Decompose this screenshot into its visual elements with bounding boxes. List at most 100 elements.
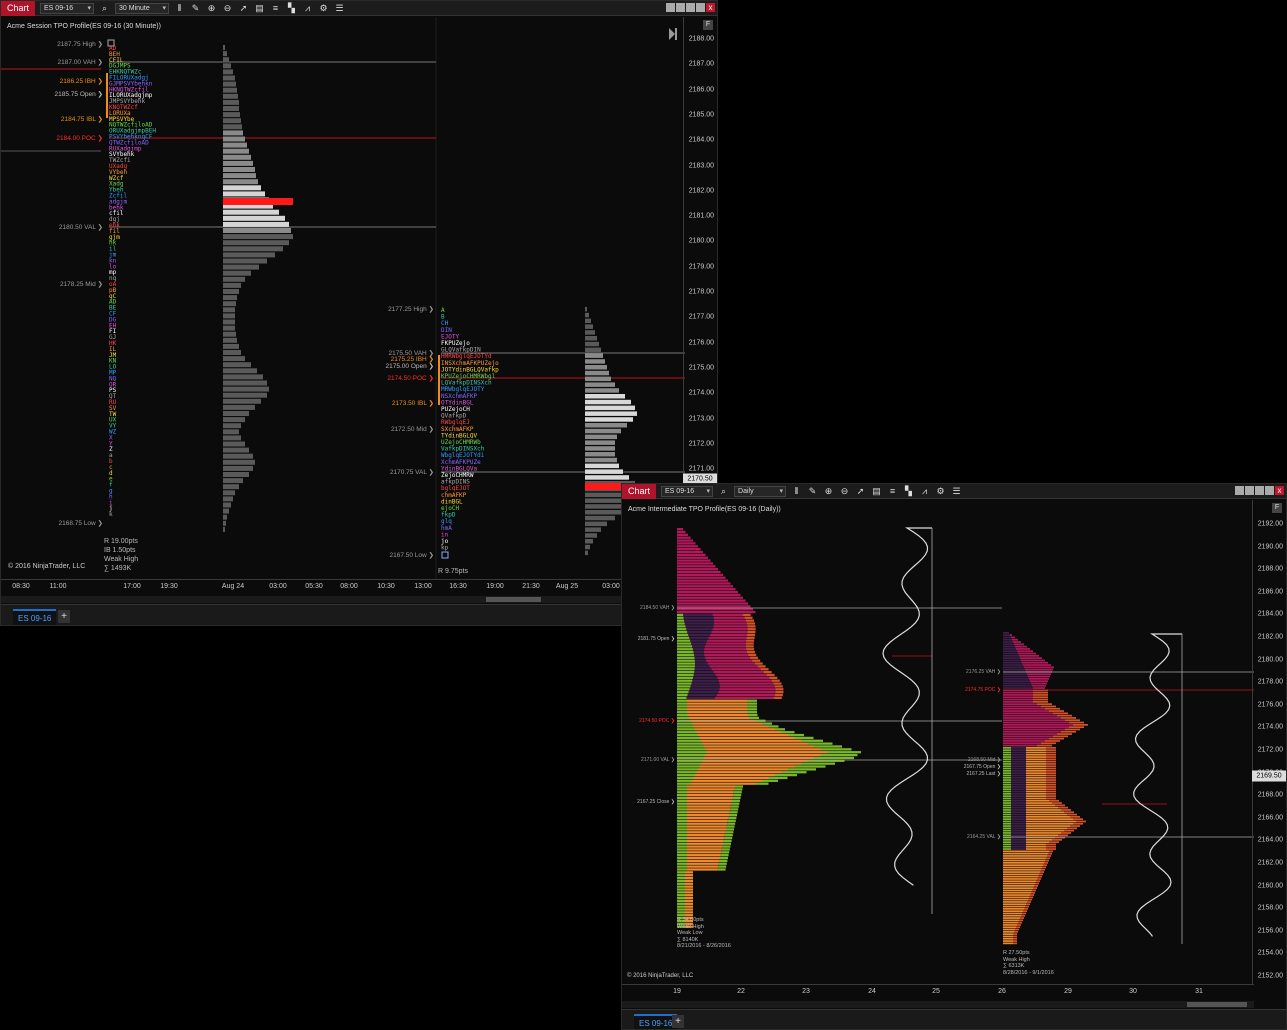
volume-bar [585,394,625,399]
maximize-icon[interactable] [1265,486,1274,495]
tab-es-09-16[interactable]: ES 09-16 [634,1014,678,1029]
horizontal-scrollbar[interactable] [622,1001,1254,1008]
tpo-cell [1003,760,1011,763]
tpo-cell [721,739,801,742]
maximize-icon[interactable] [696,3,705,12]
tpo-cell [685,908,689,911]
tpo-cell [677,539,693,542]
volume-bar [585,411,637,416]
tpo-cell [1053,712,1068,715]
time-axis[interactable]: 19 22 23 24 25 26 29 30 31 [622,984,1254,1000]
tpo-cell [677,565,716,568]
tpo-cell [1003,827,1011,830]
tpo-cell [1003,687,1033,689]
tpo-cell [721,851,730,854]
tpo-cell [747,713,758,717]
level-label-text: 2174.50 POC [387,375,427,382]
tpo-cell [1026,839,1052,841]
tpo-cell [1026,829,1064,832]
volume-bar [223,234,293,240]
tpo-cell [1025,668,1053,671]
volume-bar [223,313,235,319]
tpo-cell [1003,818,1011,820]
tpo-cell [1003,882,1009,885]
tpo-cell [677,902,685,905]
add-tab-button[interactable]: + [672,1015,684,1028]
tpo-cell [1033,694,1048,696]
time-axis-label: 25 [932,988,940,995]
tpo-cell [689,891,693,894]
tpo-cell [1003,931,1009,933]
tpo-plot[interactable]: ADBEHCFILDGJMPSEHKNQTWZcFILORUXadgjGJMPS… [1,1,685,581]
tpo-cell [714,696,774,699]
profile-stats-b: R 27.50pts Weak High ∑ 6313K 8/28/2016 - 9/… [1003,950,1054,976]
time-axis-label: 13:00 [414,583,432,590]
tpo-cell [685,625,714,628]
tpo-cell [677,656,695,659]
tpo-cell [730,805,739,808]
tpo-cell [705,854,721,857]
tpo-cell [690,782,711,785]
tpo-cell [689,888,693,891]
tpo-cell [1038,875,1042,878]
tpo-cell [687,630,712,634]
tpo-cell [704,648,747,651]
tpo-cell [1003,859,1009,862]
tpo-cell [1003,891,1009,894]
tpo-cell [687,713,708,717]
volume-bar [585,463,619,469]
add-tab-button[interactable]: + [58,610,70,623]
horizontal-scrollbar[interactable] [1,596,685,603]
tpo-cell [1011,834,1026,837]
volume-bar [223,154,251,160]
minimize-icon[interactable] [686,3,695,12]
time-axis[interactable]: 08:30 11:00 17:00 19:30 Aug 24 03:00 05:30 08:0… [1,579,685,595]
close-icon[interactable]: x [1275,486,1284,495]
level-label-text: 2168.50 Mid [967,757,996,763]
tpo-cell [1009,931,1014,933]
tpo-cell [1009,878,1037,880]
tpo-cell [1046,783,1056,786]
stat-line: ∑ 1493K [104,565,132,572]
tpo-cell [1026,774,1046,777]
tpo-cell [677,639,691,642]
tpo-cell [677,753,706,757]
volume-bar [223,264,259,270]
price-axis[interactable]: 2192.00 2190.00 2188.00 2186.00 2184.00 2182.… [1252,500,1286,984]
tpo-cell [1046,790,1056,793]
ib-bar [438,355,440,405]
volume-bar [585,353,603,358]
close-icon[interactable]: x [706,3,715,12]
level-label: 2173.50 IBL ❯ [391,400,434,407]
tpo-cell [687,791,705,794]
tab-es-09-16[interactable]: ES 09-16 [13,609,57,625]
tpo-cell [1003,829,1011,832]
tpo-cell [1016,926,1020,929]
tpo-cell [1011,788,1026,791]
tpo-cell [677,530,686,534]
tpo-cell [707,639,747,642]
tpo-cell [1011,779,1026,781]
tpo-cell [1009,935,1013,938]
tpo-plot[interactable] [622,484,1254,984]
level-label: 2180.50 VAL ❯ [58,224,103,231]
tpo-cell [1064,829,1074,832]
level-label-text: 2180.50 VAL [58,224,96,231]
tpo-cell [689,894,693,897]
tpo-cell [1003,834,1011,837]
volume-bar [223,392,267,398]
tpo-cell [1026,845,1046,848]
tab-bar: ES 09-16 + [622,1009,1286,1029]
volume-bar [585,417,633,422]
time-axis-label: 11:00 [49,583,67,590]
volume-bar [223,289,239,294]
minimize-icon[interactable] [1255,486,1264,495]
price-axis-label: 2152.00 [1257,972,1283,980]
tpo-cell [1044,862,1048,864]
tpo-cell [705,808,731,811]
tpo-cell [1003,908,1009,910]
volume-bar [223,282,241,288]
tpo-cell [1013,730,1061,733]
tpo-cell [768,725,779,728]
tpo-cell [677,854,687,857]
